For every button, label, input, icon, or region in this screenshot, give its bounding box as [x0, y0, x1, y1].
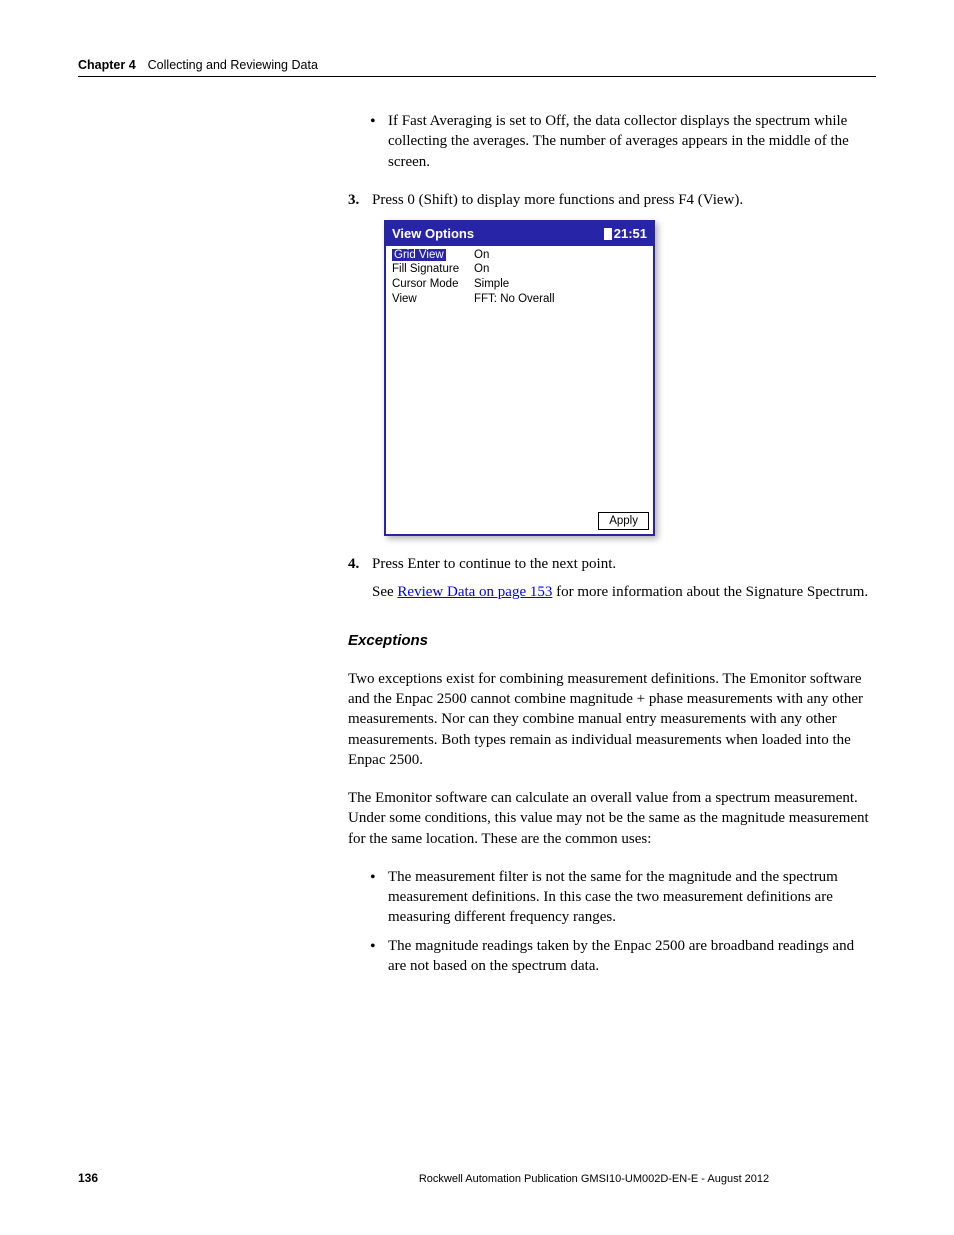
device-row[interactable]: Cursor Mode Simple	[392, 277, 647, 292]
exceptions-heading: Exceptions	[348, 631, 876, 651]
list-item: The measurement filter is not the same f…	[388, 867, 876, 928]
device-row-value: On	[474, 248, 489, 263]
step-number: 3.	[348, 190, 372, 210]
body-paragraph: Two exceptions exist for combining measu…	[348, 669, 876, 770]
device-titlebar: View Options 21:51	[386, 222, 653, 246]
text-pre: See	[372, 584, 397, 600]
step-subtext: See Review Data on page 153 for more inf…	[348, 582, 876, 602]
device-row-label: Cursor Mode	[392, 277, 474, 292]
device-row-label: Fill Signature	[392, 262, 474, 277]
list-item: The magnitude readings taken by the Enpa…	[388, 936, 876, 977]
review-data-link[interactable]: Review Data on page 153	[397, 584, 552, 600]
text-post: for more information about the Signature…	[552, 584, 868, 600]
top-bullet-list: If Fast Averaging is set to Off, the dat…	[348, 111, 876, 172]
device-row[interactable]: Fill Signature On	[392, 262, 647, 277]
publication-info: Rockwell Automation Publication GMSI10-U…	[312, 1173, 876, 1185]
apply-button[interactable]: Apply	[598, 512, 649, 530]
device-row-value: Simple	[474, 277, 509, 292]
device-time-area: 21:51	[604, 225, 647, 243]
page-number: 136	[78, 1171, 312, 1185]
header-rule	[78, 76, 876, 77]
page-footer: 136 Rockwell Automation Publication GMSI…	[78, 1171, 876, 1185]
chapter-title: Collecting and Reviewing Data	[148, 58, 318, 72]
device-row-value: On	[474, 262, 489, 277]
step-number: 4.	[348, 554, 372, 574]
step-3: 3.Press 0 (Shift) to display more functi…	[348, 190, 876, 536]
body-paragraph: The Emonitor software can calculate an o…	[348, 788, 876, 849]
device-row[interactable]: Grid View On	[392, 248, 647, 263]
device-screenshot: View Options 21:51 Grid View On Fill Sig…	[384, 220, 876, 536]
device-screen: View Options 21:51 Grid View On Fill Sig…	[384, 220, 655, 536]
exceptions-bullet-list: The measurement filter is not the same f…	[348, 867, 876, 976]
device-row[interactable]: View FFT: No Overall	[392, 292, 647, 307]
device-row-label: View	[392, 292, 474, 307]
step-text: Press Enter to continue to the next poin…	[372, 556, 616, 572]
step-4: 4.Press Enter to continue to the next po…	[348, 554, 876, 603]
device-title: View Options	[392, 225, 474, 243]
chapter-label: Chapter 4	[78, 58, 136, 72]
device-row-value: FFT: No Overall	[474, 292, 555, 307]
list-item: If Fast Averaging is set to Off, the dat…	[388, 111, 876, 172]
device-row-label: Grid View	[392, 249, 446, 261]
main-content: If Fast Averaging is set to Off, the dat…	[348, 111, 876, 976]
step-text: Press 0 (Shift) to display more function…	[372, 192, 743, 208]
step-list: 3.Press 0 (Shift) to display more functi…	[348, 190, 876, 603]
device-time: 21:51	[614, 225, 647, 243]
page-header: Chapter 4 Collecting and Reviewing Data	[78, 58, 876, 72]
battery-icon	[604, 228, 612, 240]
device-body: Grid View On Fill Signature On Cursor Mo…	[386, 246, 653, 310]
